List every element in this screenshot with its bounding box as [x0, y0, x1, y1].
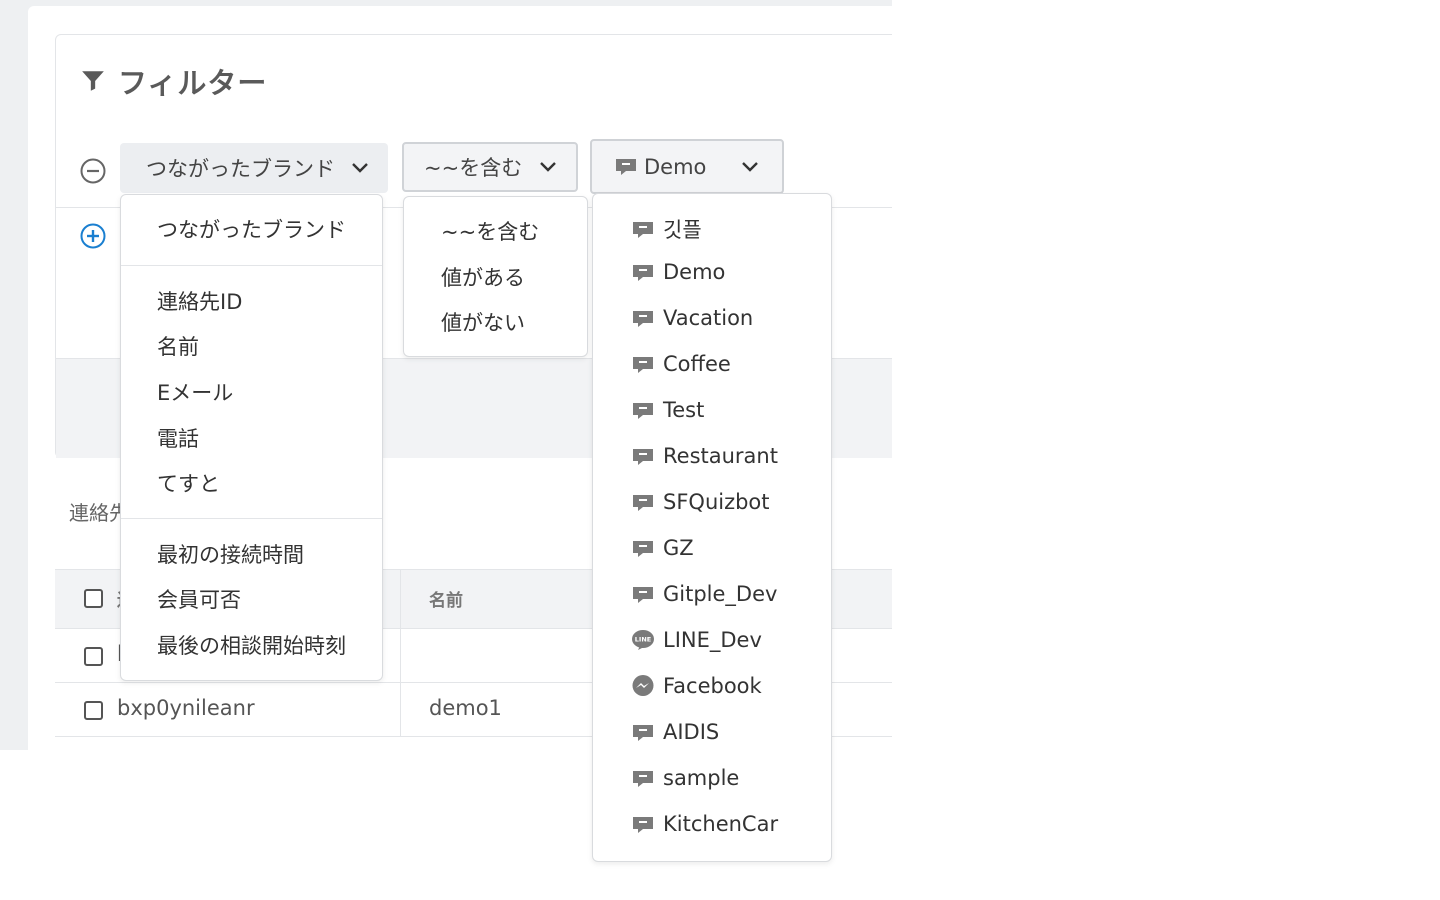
brand-option[interactable]: Gitple_Dev: [631, 582, 777, 606]
field-option[interactable]: 連絡先ID: [157, 286, 242, 316]
field-select[interactable]: つながったブランド: [120, 143, 388, 193]
chat-bubble-icon: [631, 812, 655, 836]
chevron-down-icon: [538, 155, 558, 179]
brand-dropdown-menu: 깃플 Demo Vacation Coffee Test Restaurant SFQuiz…: [592, 193, 832, 862]
chat-bubble-icon: [631, 536, 655, 560]
chat-bubble-icon: [631, 766, 655, 790]
field-option[interactable]: つながったブランド: [157, 214, 346, 244]
brand-option-label: GZ: [663, 536, 694, 560]
brand-option-label: Test: [663, 398, 705, 422]
brand-select-value: Demo: [644, 154, 707, 179]
header-name: 名前: [429, 591, 463, 611]
brand-option[interactable]: LINE LINE_Dev: [631, 628, 762, 652]
brand-option[interactable]: sample: [631, 766, 739, 790]
filter-title: フィルター: [118, 66, 268, 100]
contact-name: demo1: [429, 696, 502, 720]
chat-bubble-icon: [631, 352, 655, 376]
field-option[interactable]: 最後の相談開始時刻: [157, 630, 346, 660]
line-icon: LINE: [631, 628, 655, 652]
brand-option[interactable]: SFQuizbot: [631, 490, 770, 514]
chat-bubble-icon: [631, 217, 655, 241]
brand-option-label: AIDIS: [663, 720, 720, 744]
brand-option-label: KitchenCar: [663, 812, 779, 836]
column-divider: [400, 570, 401, 628]
brand-option[interactable]: Test: [631, 398, 704, 422]
brand-option[interactable]: KitchenCar: [631, 812, 778, 836]
brand-option[interactable]: AIDIS: [631, 720, 719, 744]
chevron-down-icon: [350, 156, 370, 180]
brand-option[interactable]: Coffee: [631, 352, 731, 376]
chat-bubble-icon: [631, 398, 655, 422]
field-option[interactable]: 会員可否: [157, 584, 241, 614]
field-dropdown-menu: つながったブランド 連絡先ID 名前 Eメール 電話 てすと 最初の接続時間 会…: [120, 194, 383, 681]
chat-bubble-icon: [631, 720, 655, 744]
brand-option[interactable]: Vacation: [631, 306, 753, 330]
menu-divider: [121, 265, 382, 266]
add-condition-icon[interactable]: [79, 222, 107, 250]
operator-select[interactable]: ~~を含む: [402, 142, 578, 192]
operator-select-value: ~~を含む: [424, 156, 523, 180]
field-option[interactable]: 電話: [157, 423, 199, 453]
brand-option[interactable]: Demo: [631, 260, 725, 284]
brand-option-label: sample: [663, 766, 740, 790]
select-all-checkbox[interactable]: [84, 589, 103, 608]
field-select-value: つながったブランド: [146, 157, 335, 181]
remove-condition-icon[interactable]: [79, 157, 107, 185]
brand-option-label: Restaurant: [663, 444, 778, 468]
chat-bubble-icon: [631, 306, 655, 330]
operator-option[interactable]: 値がない: [441, 307, 525, 337]
chat-bubble-icon: [631, 490, 655, 514]
brand-option-label: Facebook: [663, 674, 762, 698]
operator-dropdown-menu: ~~を含む 値がある 値がない: [403, 196, 588, 357]
chat-bubble-icon: [631, 582, 655, 606]
brand-option[interactable]: Facebook: [631, 674, 762, 698]
svg-text:LINE: LINE: [635, 636, 651, 644]
brand-option-label: Vacation: [663, 306, 754, 330]
brand-option[interactable]: Restaurant: [631, 444, 778, 468]
brand-option[interactable]: 깃플: [631, 214, 702, 244]
chat-bubble-icon: [614, 155, 638, 179]
field-option[interactable]: てすと: [157, 468, 220, 498]
filter-funnel-icon: [80, 68, 106, 94]
contact-id: bxp0ynileanr: [117, 696, 255, 720]
brand-option-label: LINE_Dev: [663, 628, 762, 652]
menu-divider: [121, 518, 382, 519]
column-divider: [400, 629, 401, 682]
messenger-icon: [631, 674, 655, 698]
field-option[interactable]: 最初の接続時間: [157, 539, 304, 569]
chat-bubble-icon: [631, 260, 655, 284]
brand-select[interactable]: Demo: [590, 139, 784, 194]
column-divider: [400, 683, 401, 736]
brand-option-label: SFQuizbot: [663, 490, 770, 514]
filter-header: フィルター: [80, 60, 267, 102]
brand-option-label: Coffee: [663, 352, 731, 376]
chevron-down-icon: [740, 155, 760, 179]
chat-bubble-icon: [631, 444, 655, 468]
field-option[interactable]: 名前: [157, 331, 199, 361]
row-checkbox[interactable]: [84, 701, 103, 720]
brand-option-label: Gitple_Dev: [663, 582, 778, 606]
brand-option-label: Demo: [663, 260, 726, 284]
row-checkbox[interactable]: [84, 647, 103, 666]
operator-option[interactable]: ~~を含む: [441, 216, 539, 246]
brand-option-label: 깃플: [663, 218, 702, 242]
operator-option[interactable]: 値がある: [441, 262, 525, 292]
brand-option[interactable]: GZ: [631, 536, 694, 560]
field-option[interactable]: Eメール: [157, 377, 233, 407]
